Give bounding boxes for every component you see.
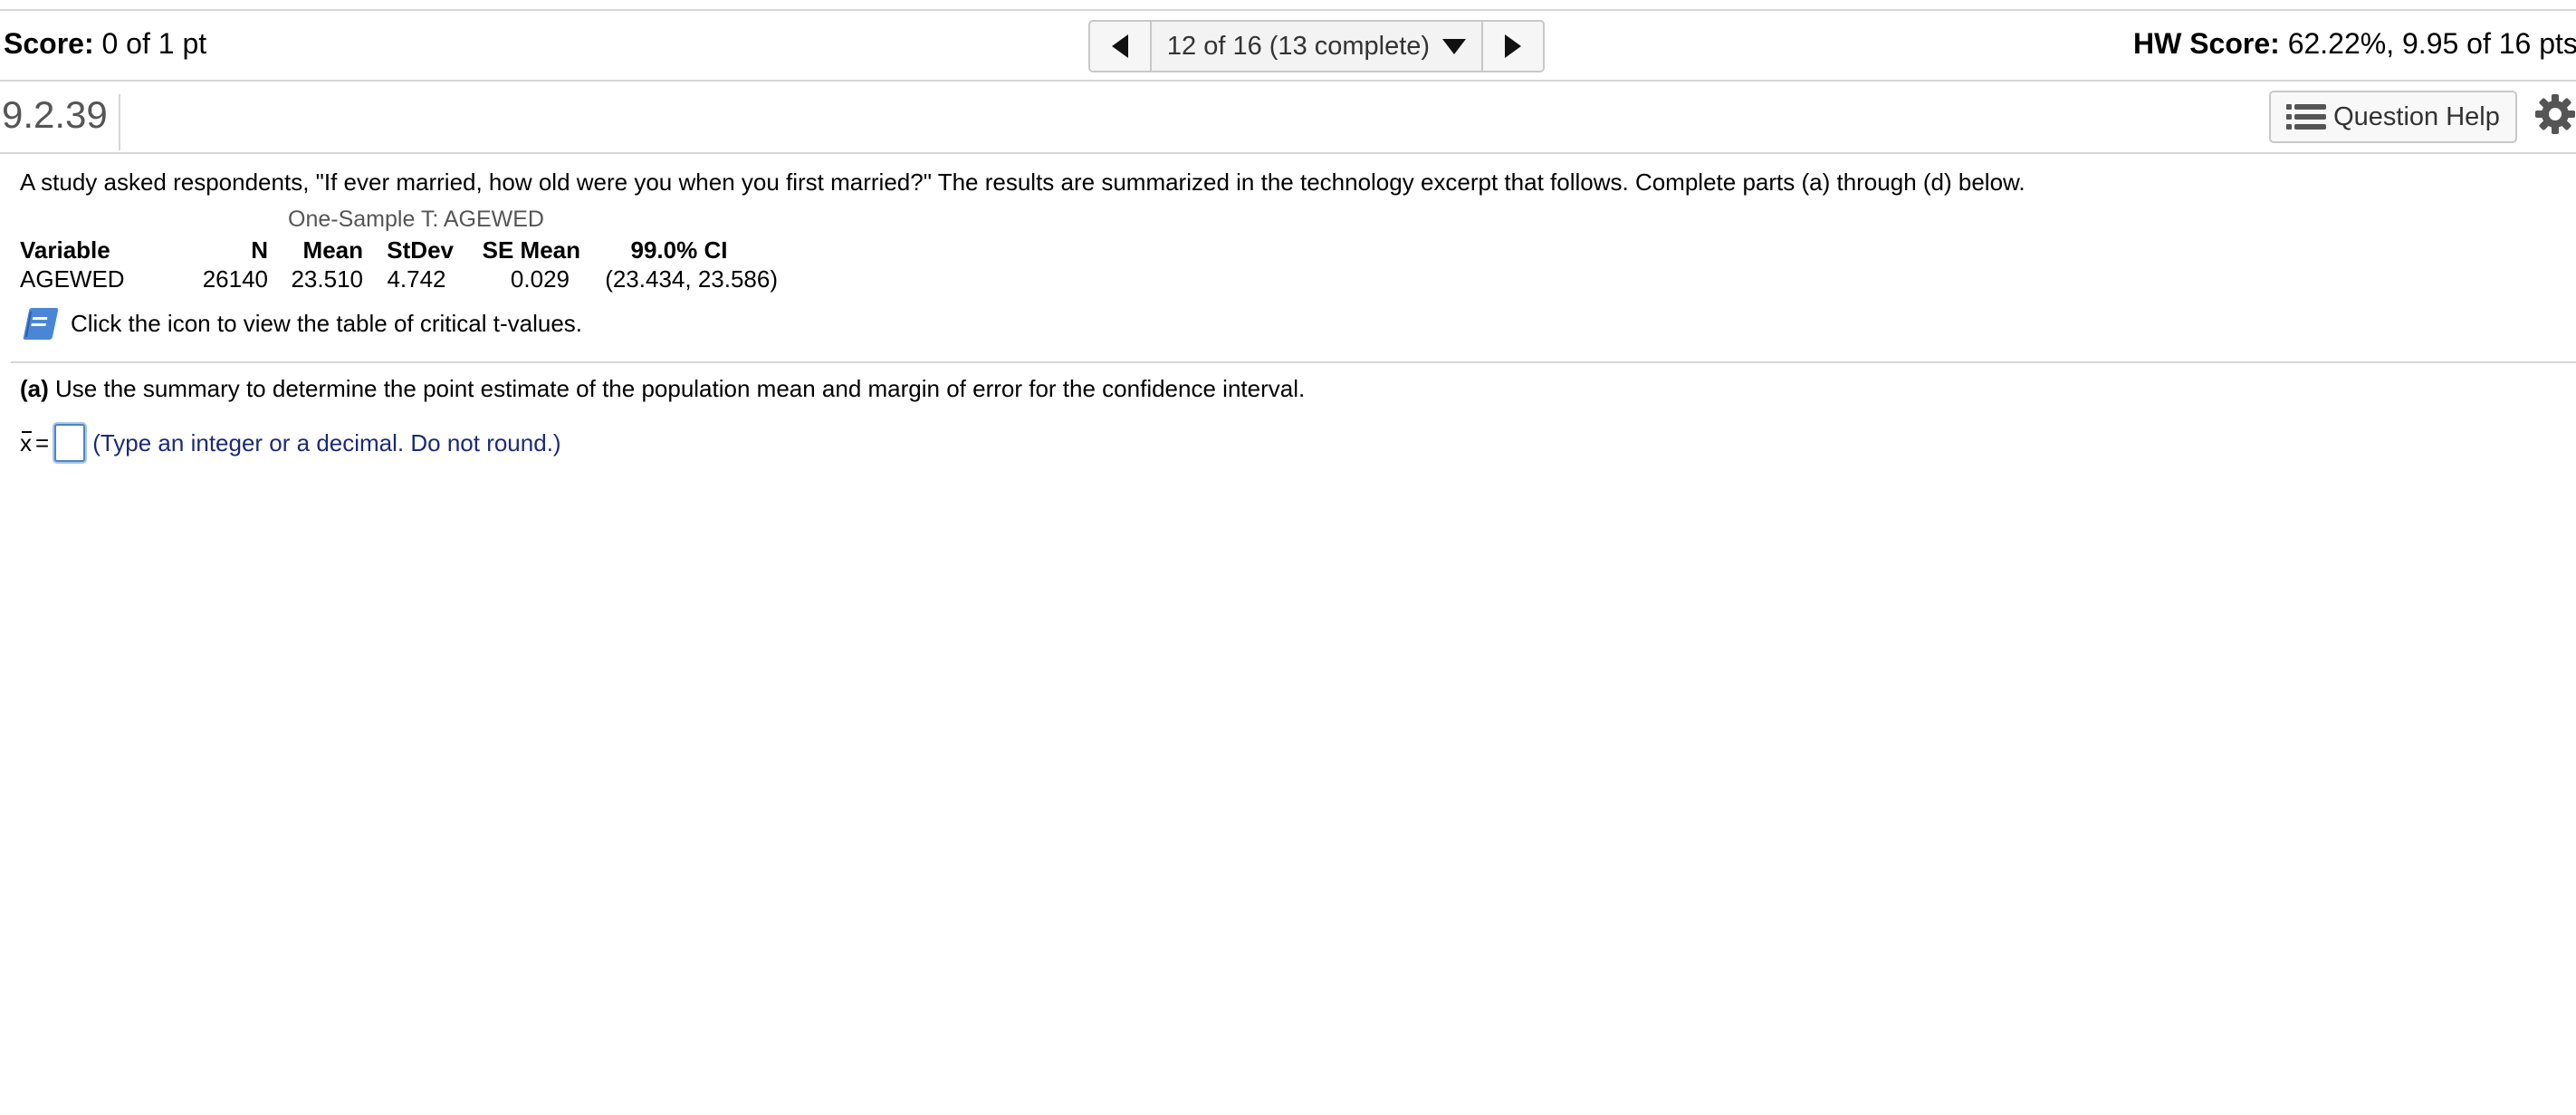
question-help-button[interactable]: Question Help — [2269, 91, 2517, 143]
list-icon — [2286, 104, 2327, 130]
hw-score-label: HW Score: — [2133, 27, 2280, 60]
homework-score: HW Score: 62.22%, 9.95 of 16 pts — [2133, 27, 2576, 61]
x-bar-symbol: x — [20, 428, 32, 457]
reference-text: Click the icon to view the table of crit… — [71, 309, 583, 337]
question-content: A study asked respondents, "If ever marr… — [20, 168, 2555, 340]
col-header-se-mean: SE Mean — [482, 235, 580, 264]
triangle-down-icon — [1442, 38, 1467, 54]
technology-output-table: Variable N Mean StDev SE Mean 99.0% CI A… — [20, 235, 778, 293]
question-header: 9.2.39 Question Help — [0, 82, 2576, 154]
score-label: Score: — [4, 27, 94, 60]
settings-button[interactable] — [2535, 94, 2575, 139]
technology-output-title: One-Sample T: AGEWED — [288, 207, 544, 232]
hw-score-value: 62.22%, 9.95 of 16 pts — [2287, 27, 2576, 60]
score-value: 0 of 1 pt — [101, 27, 207, 60]
table-header-row: Variable N Mean StDev SE Mean 99.0% CI — [20, 235, 778, 264]
part-a-answer-row: x = (Type an integer or a decimal. Do no… — [20, 424, 561, 462]
col-header-ci: 99.0% CI — [630, 235, 728, 264]
question-selector-dropdown[interactable]: 12 of 16 (13 complete) — [1152, 22, 1481, 71]
cell-n: 26140 — [202, 264, 268, 293]
question-selector-text: 12 of 16 (13 complete) — [1166, 31, 1431, 61]
question-navigator: 12 of 16 (13 complete) — [1088, 20, 1545, 72]
col-header-mean: Mean — [302, 235, 363, 264]
cell-variable: AGEWED — [20, 264, 125, 293]
part-a-label: (a) — [20, 375, 49, 402]
question-number: 9.2.39 — [2, 94, 120, 150]
question-intro: A study asked respondents, "If ever marr… — [20, 168, 2025, 196]
col-header-stdev: StDev — [387, 235, 454, 264]
cell-se-mean: 0.029 — [510, 264, 570, 293]
score-bar: Score: 0 of 1 pt 12 of 16 (13 complete) … — [0, 11, 2576, 82]
part-a-prompt: (a) Use the summary to determine the poi… — [20, 375, 1305, 403]
equals-sign: = — [35, 428, 50, 457]
triangle-right-icon — [1505, 34, 1521, 58]
section-divider — [11, 361, 2576, 363]
x-bar-answer-input[interactable] — [54, 424, 86, 462]
critical-values-reference: Click the icon to view the table of crit… — [22, 306, 582, 341]
previous-question-button[interactable] — [1090, 22, 1152, 71]
part-a-text: Use the summary to determine the point e… — [55, 375, 1306, 402]
book-icon[interactable] — [22, 306, 60, 341]
question-score: Score: 0 of 1 pt — [4, 27, 206, 61]
col-header-variable: Variable — [20, 235, 110, 264]
gear-icon — [2535, 94, 2575, 134]
cell-stdev: 4.742 — [387, 264, 446, 293]
question-help-label: Question Help — [2333, 101, 2500, 131]
cell-mean: 23.510 — [291, 264, 363, 293]
next-question-button[interactable] — [1481, 22, 1543, 71]
cell-ci: (23.434, 23.586) — [605, 264, 778, 293]
answer-hint: (Type an integer or a decimal. Do not ro… — [92, 428, 561, 457]
triangle-left-icon — [1112, 34, 1128, 58]
col-header-n: N — [251, 235, 268, 264]
table-row: AGEWED 26140 23.510 4.742 0.029 (23.434,… — [20, 264, 778, 293]
